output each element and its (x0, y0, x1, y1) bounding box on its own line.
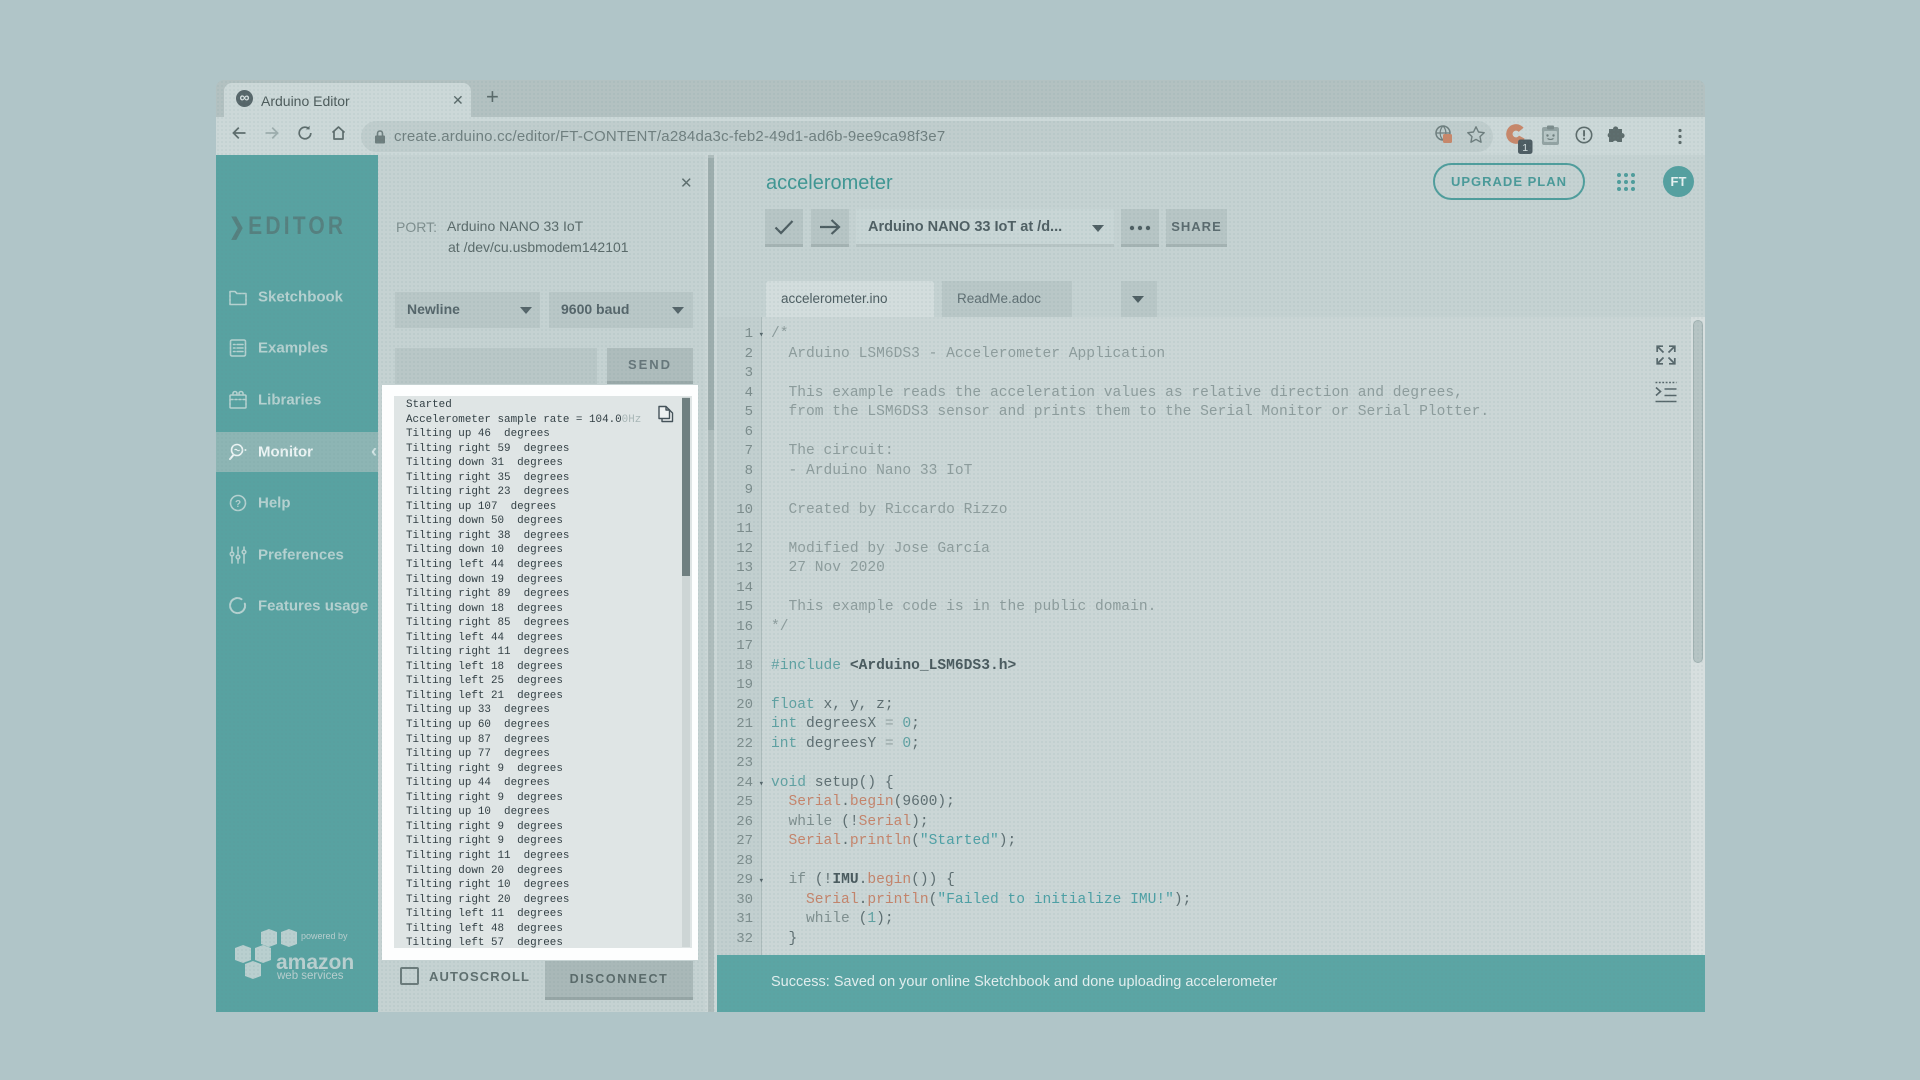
svg-text:?: ? (235, 499, 241, 510)
svg-text:1: 1 (1522, 142, 1528, 154)
svg-text:web services: web services (276, 970, 344, 980)
svg-text:powered by: powered by (301, 931, 348, 941)
